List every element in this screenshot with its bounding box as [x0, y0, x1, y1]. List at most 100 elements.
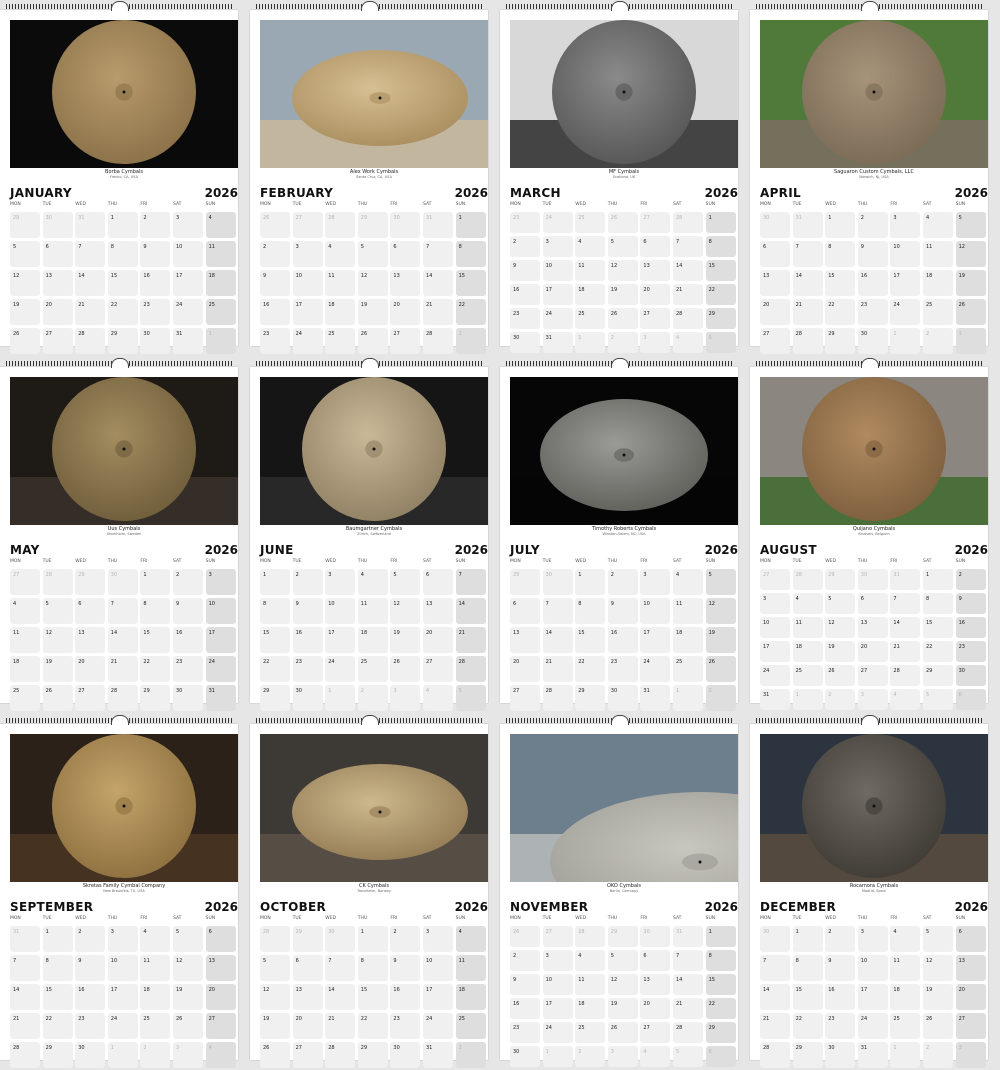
day-cell[interactable]: 1 [42, 926, 73, 952]
day-cell[interactable]: 4 [673, 569, 703, 595]
day-cell[interactable]: 12 [42, 627, 73, 653]
day-cell[interactable]: 1 [792, 689, 823, 710]
day-cell[interactable]: 17 [423, 984, 453, 1010]
day-cell[interactable]: 15 [357, 984, 388, 1010]
day-cell[interactable]: 11 [890, 955, 921, 981]
day-cell[interactable]: 13 [75, 627, 106, 653]
day-cell[interactable]: 25 [923, 299, 953, 325]
day-cell[interactable]: 19 [825, 641, 856, 662]
day-cell[interactable]: 26 [705, 656, 736, 682]
day-cell[interactable]: 12 [260, 984, 290, 1010]
day-cell[interactable]: 16 [292, 627, 323, 653]
day-cell[interactable]: 1 [705, 212, 736, 233]
day-cell[interactable]: 7 [673, 950, 703, 971]
day-cell[interactable]: 1 [455, 328, 486, 354]
day-cell[interactable]: 13 [292, 984, 323, 1010]
day-cell[interactable]: 27 [542, 926, 573, 947]
day-cell[interactable]: 1 [357, 926, 388, 952]
day-cell[interactable]: 16 [140, 270, 171, 296]
day-cell[interactable]: 6 [205, 926, 236, 952]
day-cell[interactable]: 29 [792, 1042, 823, 1068]
day-cell[interactable]: 14 [455, 598, 486, 624]
day-cell[interactable]: 12 [173, 955, 203, 981]
day-cell[interactable]: 8 [825, 241, 856, 267]
day-cell[interactable]: 13 [423, 598, 453, 624]
day-cell[interactable]: 27 [760, 328, 790, 354]
day-cell[interactable]: 2 [825, 689, 856, 710]
day-cell[interactable]: 30 [390, 212, 421, 238]
day-cell[interactable]: 4 [575, 236, 606, 257]
day-cell[interactable]: 13 [760, 270, 790, 296]
day-cell[interactable]: 7 [325, 955, 356, 981]
day-cell[interactable]: 29 [510, 569, 540, 595]
day-cell[interactable]: 20 [640, 998, 671, 1019]
day-cell[interactable]: 30 [390, 1042, 421, 1068]
day-cell[interactable]: 5 [173, 926, 203, 952]
day-cell[interactable]: 4 [673, 332, 703, 353]
day-cell[interactable]: 31 [75, 212, 106, 238]
day-cell[interactable]: 9 [955, 593, 986, 614]
day-cell[interactable]: 27 [75, 685, 106, 711]
day-cell[interactable]: 27 [857, 665, 888, 686]
day-cell[interactable]: 1 [923, 569, 953, 590]
day-cell[interactable]: 24 [760, 665, 790, 686]
day-cell[interactable]: 22 [825, 299, 856, 325]
day-cell[interactable]: 16 [510, 998, 540, 1019]
day-cell[interactable]: 24 [640, 656, 671, 682]
day-cell[interactable]: 19 [10, 299, 40, 325]
day-cell[interactable]: 9 [292, 598, 323, 624]
day-cell[interactable]: 30 [640, 926, 671, 947]
day-cell[interactable]: 24 [857, 1013, 888, 1039]
day-cell[interactable]: 30 [75, 1042, 106, 1068]
day-cell[interactable]: 2 [857, 212, 888, 238]
day-cell[interactable]: 4 [325, 241, 356, 267]
day-cell[interactable]: 17 [292, 299, 323, 325]
day-cell[interactable]: 23 [825, 1013, 856, 1039]
day-cell[interactable]: 22 [42, 1013, 73, 1039]
day-cell[interactable]: 29 [357, 212, 388, 238]
day-cell[interactable]: 25 [325, 328, 356, 354]
day-cell[interactable]: 6 [857, 593, 888, 614]
day-cell[interactable]: 25 [205, 299, 236, 325]
day-cell[interactable]: 14 [890, 617, 921, 638]
day-cell[interactable]: 25 [575, 212, 606, 233]
day-cell[interactable]: 31 [760, 689, 790, 710]
day-cell[interactable]: 9 [857, 241, 888, 267]
day-cell[interactable]: 7 [75, 241, 106, 267]
day-cell[interactable]: 4 [205, 1042, 236, 1068]
day-cell[interactable]: 6 [640, 950, 671, 971]
day-cell[interactable]: 14 [542, 627, 573, 653]
day-cell[interactable]: 21 [10, 1013, 40, 1039]
day-cell[interactable]: 19 [955, 270, 986, 296]
day-cell[interactable]: 5 [260, 955, 290, 981]
day-cell[interactable]: 30 [760, 926, 790, 952]
day-cell[interactable]: 1 [792, 926, 823, 952]
day-cell[interactable]: 3 [640, 332, 671, 353]
day-cell[interactable]: 3 [292, 241, 323, 267]
day-cell[interactable]: 3 [325, 569, 356, 595]
day-cell[interactable]: 14 [673, 974, 703, 995]
day-cell[interactable]: 13 [390, 270, 421, 296]
day-cell[interactable]: 28 [10, 1042, 40, 1068]
day-cell[interactable]: 12 [923, 955, 953, 981]
day-cell[interactable]: 12 [825, 617, 856, 638]
day-cell[interactable]: 7 [423, 241, 453, 267]
day-cell[interactable]: 7 [107, 598, 138, 624]
day-cell[interactable]: 2 [575, 1046, 606, 1067]
day-cell[interactable]: 16 [173, 627, 203, 653]
day-cell[interactable]: 22 [357, 1013, 388, 1039]
day-cell[interactable]: 3 [955, 1042, 986, 1068]
day-cell[interactable]: 8 [455, 241, 486, 267]
day-cell[interactable]: 19 [173, 984, 203, 1010]
day-cell[interactable]: 3 [760, 593, 790, 614]
day-cell[interactable]: 25 [10, 685, 40, 711]
day-cell[interactable]: 28 [760, 1042, 790, 1068]
day-cell[interactable]: 18 [455, 984, 486, 1010]
day-cell[interactable]: 30 [292, 685, 323, 711]
day-cell[interactable]: 15 [923, 617, 953, 638]
day-cell[interactable]: 20 [955, 984, 986, 1010]
day-cell[interactable]: 9 [510, 974, 540, 995]
day-cell[interactable]: 27 [423, 656, 453, 682]
day-cell[interactable]: 31 [673, 926, 703, 947]
day-cell[interactable]: 6 [42, 241, 73, 267]
